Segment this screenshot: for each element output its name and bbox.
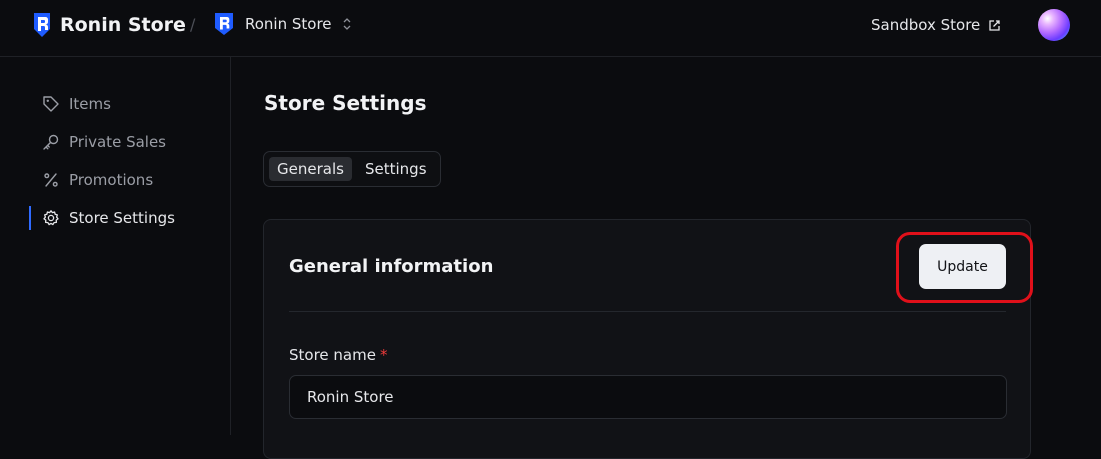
store-logo-icon [215,13,233,35]
user-avatar[interactable] [1038,9,1070,41]
brand-name: Ronin Store [60,14,186,36]
required-mark: * [379,346,388,364]
sidebar-item-label: Store Settings [69,209,175,227]
update-button[interactable]: Update [919,244,1006,289]
tab-settings[interactable]: Settings [357,157,435,181]
gear-icon [43,210,59,226]
top-bar: Ronin Store / Ronin Store Sandbox Store [0,0,1101,57]
external-link-icon [989,19,1000,31]
chevron-up-down-icon [343,18,350,30]
sidebar-item-store-settings[interactable]: Store Settings [42,206,175,230]
page-title: Store Settings [264,91,427,115]
sidebar-item-label: Private Sales [69,133,166,151]
key-icon [43,134,59,150]
brand[interactable]: Ronin Store [32,12,186,38]
sidebar-item-items[interactable]: Items [42,92,111,116]
ronin-logo-icon [34,13,50,37]
general-information-card: General information Update Store name * [263,219,1033,459]
sandbox-store-link[interactable]: Sandbox Store [871,16,1001,34]
sidebar: Items Private Sales Promotions Store Set… [0,57,231,435]
tab-generals[interactable]: Generals [269,157,352,181]
store-switcher[interactable]: Ronin Store [213,12,352,36]
sidebar-item-label: Promotions [69,171,154,189]
sidebar-item-private-sales[interactable]: Private Sales [42,130,166,154]
sandbox-store-label: Sandbox Store [871,16,981,34]
percent-icon [44,173,58,187]
breadcrumb-separator: / [190,15,196,34]
current-store-name: Ronin Store [245,15,332,33]
settings-tabs: Generals Settings [263,151,441,187]
store-name-label-text: Store name [289,346,376,364]
sidebar-item-promotions[interactable]: Promotions [42,168,153,192]
active-indicator [29,206,31,230]
card-divider [289,311,1006,312]
tag-icon [43,96,59,112]
sidebar-item-label: Items [69,95,111,113]
card-title: General information [289,256,494,277]
store-name-input[interactable] [289,375,1007,419]
store-name-label: Store name * [289,346,387,364]
